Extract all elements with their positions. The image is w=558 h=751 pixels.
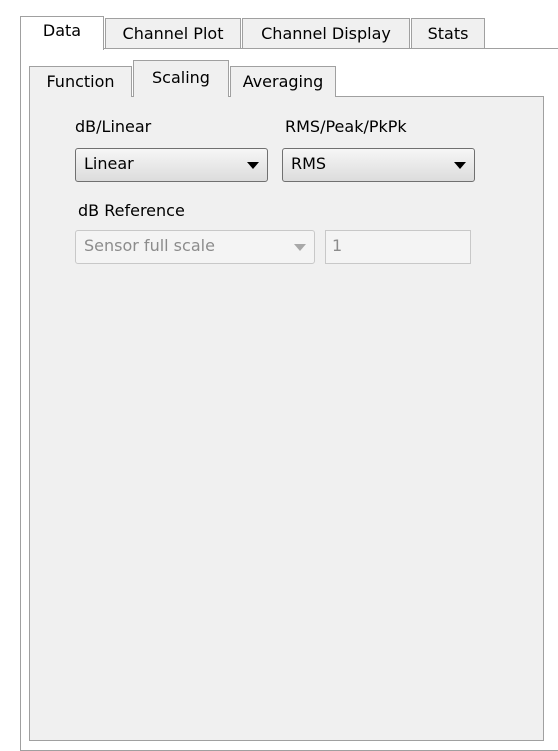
tab-channel-display-label: Channel Display	[261, 24, 391, 43]
tab-function-label: Function	[46, 72, 115, 91]
chevron-down-icon	[454, 162, 466, 169]
tab-data[interactable]: Data	[20, 16, 104, 50]
scaling-tab-panel	[29, 96, 544, 741]
rms-peak-select[interactable]: RMS	[282, 148, 475, 182]
db-linear-label: dB/Linear	[75, 117, 152, 136]
rms-peak-value: RMS	[291, 154, 327, 173]
db-reference-select[interactable]: Sensor full scale	[75, 230, 315, 264]
tab-scaling-label: Scaling	[152, 68, 210, 87]
tab-scaling[interactable]: Scaling	[133, 60, 229, 97]
rms-peak-label: RMS/Peak/PkPk	[285, 117, 407, 136]
tab-channel-plot-label: Channel Plot	[122, 24, 224, 43]
db-reference-label: dB Reference	[78, 201, 185, 220]
tab-function[interactable]: Function	[29, 66, 132, 97]
db-reference-number-value: 1	[332, 236, 343, 255]
chevron-down-icon	[247, 162, 259, 169]
tab-averaging-label: Averaging	[242, 72, 324, 91]
tab-stats-label: Stats	[427, 24, 469, 43]
tab-channel-display[interactable]: Channel Display	[242, 18, 410, 48]
tab-data-label: Data	[42, 21, 82, 40]
chevron-down-icon	[294, 244, 306, 251]
tab-channel-plot[interactable]: Channel Plot	[105, 18, 241, 48]
db-reference-value: Sensor full scale	[84, 236, 215, 255]
tab-averaging[interactable]: Averaging	[230, 66, 336, 97]
db-linear-value: Linear	[84, 154, 134, 173]
db-reference-number-input[interactable]: 1	[325, 230, 471, 264]
tab-stats[interactable]: Stats	[411, 18, 485, 48]
db-linear-select[interactable]: Linear	[75, 148, 268, 182]
